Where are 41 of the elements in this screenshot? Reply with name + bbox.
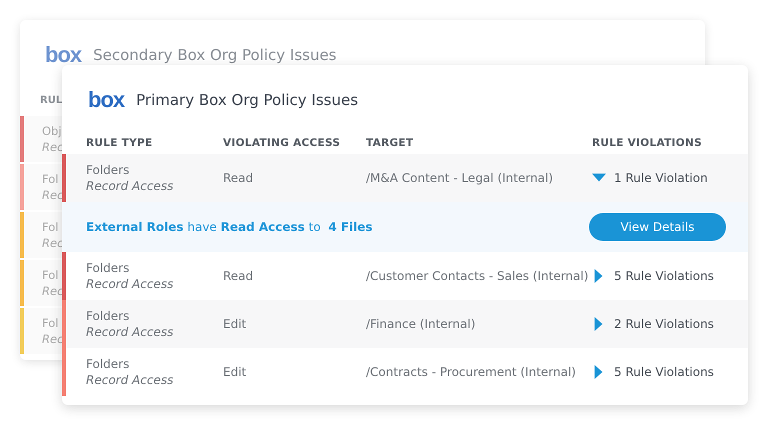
rule-subtitle: Rec [42,284,64,298]
access-cell-text: Read [223,171,254,185]
rule-subtitle: Record Access [86,373,174,387]
box-logo: box [88,87,124,113]
rule-type: Obj [42,124,63,138]
target-cell-text: /Finance (Internal) [366,317,476,331]
rule-type: Fol [42,172,60,186]
column-header: VIOLATING ACCESS [223,137,342,149]
rule-type: Fol [42,316,60,330]
violation-count: 5 Rule Violations [614,365,714,379]
target-cell-text: /M&A Content - Legal (Internal) [366,171,554,185]
violation-count: 2 Rule Violations [614,317,714,331]
panel-title: Primary Box Org Policy Issues [136,91,358,109]
column-header: TARGET [366,137,414,149]
rule-type: Folders [86,309,130,323]
rule-subtitle: Record Access [86,277,174,291]
column-header: RULE VIOLATIONS [592,137,703,149]
violation-count: 1 Rule Violation [614,171,708,185]
column-header: RULE TYPE [86,137,154,149]
panel-title: Secondary Box Org Policy Issues [93,46,337,64]
rule-type: Folders [86,261,130,275]
rule-subtitle: Rec [42,140,64,154]
access-cell-text: Edit [223,317,248,331]
rule-type: Fol [42,220,60,234]
rule-type: Folders [86,163,130,177]
view-details-button[interactable]: View Details [589,213,726,241]
violation-summary: External Roles have Read Access to 4 Files [86,220,373,234]
violation-count: 5 Rule Violations [614,269,714,283]
rule-type: Fol [42,268,60,282]
rule-subtitle: Record Access [86,325,174,339]
rule-subtitle: Rec [42,332,64,346]
rule-subtitle: Rec [42,188,64,202]
target-cell-text: /Customer Contacts - Sales (Internal) [366,269,590,283]
rule-subtitle: Record Access [86,179,174,193]
box-logo: box [45,42,82,68]
rule-type: Folders [86,357,130,371]
rule-subtitle: Rec [42,236,64,250]
column-header: RUL [40,94,62,106]
access-cell-text: Read [223,269,254,283]
target-cell-text: /Contracts - Procurement (Internal) [366,365,577,379]
access-cell-text: Edit [223,365,248,379]
